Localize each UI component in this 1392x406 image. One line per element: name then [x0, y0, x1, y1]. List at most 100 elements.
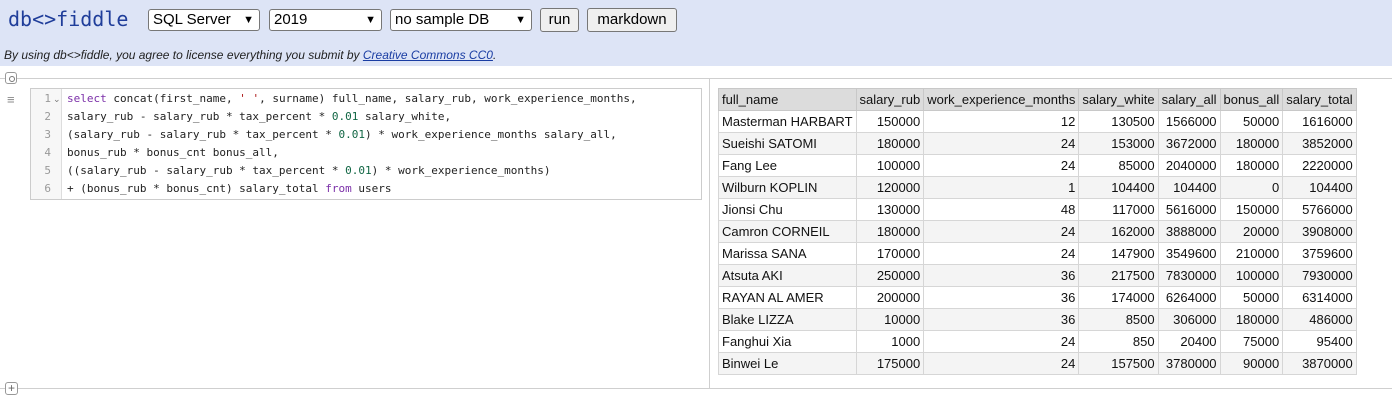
table-cell: 24	[923, 132, 1080, 155]
table-cell: 117000	[1078, 198, 1159, 221]
sample-db-select-value: no sample DB	[395, 11, 490, 28]
table-row: Atsuta AKI 250000 36 217500 7830000 100000 793…	[718, 264, 1357, 287]
table-cell: 153000	[1078, 132, 1159, 155]
table-row: Fanghui Xia 1000 24 850 20400 75000 95400	[718, 330, 1357, 353]
table-cell: Masterman HARBART	[718, 110, 857, 133]
code-line: (salary_rub - salary_rub * tax_percent *…	[67, 128, 617, 141]
sql-editor[interactable]: 1 2 3 4 5 6 ⌄ select concat(first_name, …	[30, 88, 702, 200]
table-cell: Fanghui Xia	[718, 330, 857, 353]
table-cell: 24	[923, 220, 1080, 243]
line-number: 4	[44, 146, 51, 159]
table-cell: 90000	[1219, 352, 1284, 375]
table-cell: 3908000	[1282, 220, 1357, 243]
table-cell: 3852000	[1282, 132, 1357, 155]
table-cell: 180000	[855, 132, 925, 155]
table-cell: 217500	[1078, 264, 1159, 287]
table-cell: 175000	[855, 352, 925, 375]
table-cell: 104400	[1282, 176, 1357, 199]
table-row: RAYAN AL AMER 200000 36 174000 6264000 50000 6…	[718, 286, 1357, 309]
table-cell: 50000	[1219, 286, 1284, 309]
table-cell: 36	[923, 308, 1080, 331]
run-button[interactable]: run	[540, 8, 579, 32]
table-cell: 8500	[1078, 308, 1159, 331]
code-line: + (bonus_rub * bonus_cnt) salary_total f…	[67, 182, 392, 195]
chevron-down-icon: ▼	[365, 14, 376, 26]
table-cell: 36	[923, 286, 1080, 309]
code-line: ((salary_rub - salary_rub * tax_percent …	[67, 164, 551, 177]
table-cell: 180000	[1219, 308, 1284, 331]
table-cell: 486000	[1282, 308, 1357, 331]
table-cell: 24	[923, 352, 1080, 375]
table-cell: 3888000	[1157, 220, 1221, 243]
table-row: Sueishi SATOMI 180000 24 153000 3672000 18000…	[718, 132, 1357, 155]
table-cell: 24	[923, 330, 1080, 353]
add-fiddle-icon[interactable]: +	[5, 382, 18, 395]
table-cell: 3549600	[1157, 242, 1221, 265]
table-cell: 1000	[855, 330, 925, 353]
table-cell: 85000	[1078, 154, 1159, 177]
table-cell: 75000	[1219, 330, 1284, 353]
table-cell: 20400	[1157, 330, 1221, 353]
table-cell: 100000	[855, 154, 925, 177]
bottom-divider	[0, 388, 1392, 389]
column-header: salary_total	[1282, 88, 1357, 111]
chevron-down-icon: ▼	[515, 14, 526, 26]
chevron-down-icon: ▼	[243, 14, 254, 26]
brand-logo[interactable]: db<>fiddle	[8, 7, 128, 31]
table-cell: Camron CORNEIL	[718, 220, 857, 243]
table-cell: Jionsi Chu	[718, 198, 857, 221]
column-header: salary_all	[1157, 88, 1221, 111]
table-cell: 12	[923, 110, 1080, 133]
table-cell: 95400	[1282, 330, 1357, 353]
cc0-link[interactable]: Creative Commons CC0	[363, 48, 493, 62]
table-row: Binwei Le 175000 24 157500 3780000 90000 38700…	[718, 352, 1357, 375]
drag-handle-icon[interactable]: ≡	[7, 92, 15, 107]
sample-db-select[interactable]: no sample DB ▼	[390, 9, 532, 31]
table-cell: Sueishi SATOMI	[718, 132, 857, 155]
section-divider	[0, 78, 1392, 79]
table-cell: 1566000	[1157, 110, 1221, 133]
table-cell: 36	[923, 264, 1080, 287]
table-cell: 2040000	[1157, 154, 1221, 177]
table-cell: 5766000	[1282, 198, 1357, 221]
table-row: Masterman HARBART 150000 12 130500 1566000 50…	[718, 110, 1357, 133]
markdown-button[interactable]: markdown	[587, 8, 677, 32]
column-header: bonus_all	[1219, 88, 1284, 111]
table-row: Camron CORNEIL 180000 24 162000 3888000 20000…	[718, 220, 1357, 243]
pane-divider[interactable]	[709, 79, 710, 388]
table-cell: 20000	[1219, 220, 1284, 243]
table-cell: 1	[923, 176, 1080, 199]
toggle-visibility-icon[interactable]	[5, 72, 17, 84]
table-cell: 306000	[1157, 308, 1221, 331]
table-row: Blake LIZZA 10000 36 8500 306000 180000 486000	[718, 308, 1357, 331]
table-cell: 180000	[855, 220, 925, 243]
code-line: bonus_rub * bonus_cnt bonus_all,	[67, 146, 279, 159]
line-number: 5	[44, 164, 51, 177]
table-cell: 3870000	[1282, 352, 1357, 375]
line-number: 2	[44, 110, 51, 123]
fold-chevron-icon[interactable]: ⌄	[53, 94, 61, 105]
table-cell: 24	[923, 154, 1080, 177]
table-cell: 174000	[1078, 286, 1159, 309]
table-cell: 180000	[1219, 132, 1284, 155]
table-cell: 130000	[855, 198, 925, 221]
header-row: full_name salary_rub work_experience_mon…	[718, 88, 1357, 111]
engine-select-value: SQL Server	[153, 11, 231, 28]
table-cell: 48	[923, 198, 1080, 221]
table-cell: Wilburn KOPLIN	[718, 176, 857, 199]
table-cell: 0	[1219, 176, 1284, 199]
table-row: Marissa SANA 170000 24 147900 3549600 210000 3…	[718, 242, 1357, 265]
line-number: 6	[44, 182, 51, 195]
table-cell: 150000	[855, 110, 925, 133]
table-cell: 6264000	[1157, 286, 1221, 309]
version-select[interactable]: 2019 ▼	[269, 9, 382, 31]
table-cell: 104400	[1078, 176, 1159, 199]
table-cell: 5616000	[1157, 198, 1221, 221]
engine-select[interactable]: SQL Server ▼	[148, 9, 260, 31]
table-cell: 250000	[855, 264, 925, 287]
table-cell: 850	[1078, 330, 1159, 353]
table-cell: 6314000	[1282, 286, 1357, 309]
table-cell: 130500	[1078, 110, 1159, 133]
table-cell: 7830000	[1157, 264, 1221, 287]
table-cell: 3759600	[1282, 242, 1357, 265]
